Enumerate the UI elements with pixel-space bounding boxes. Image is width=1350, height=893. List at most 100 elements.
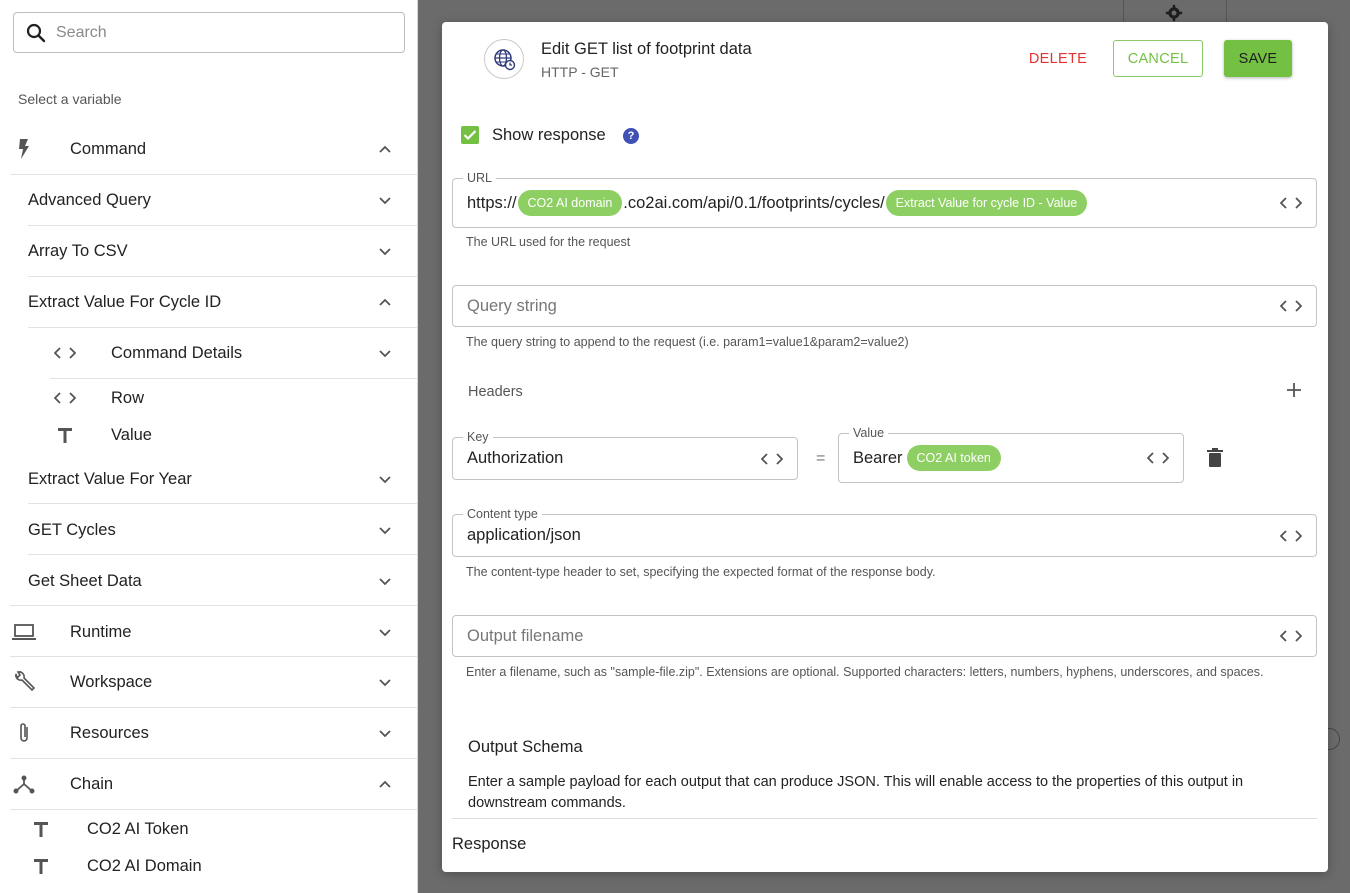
url-field[interactable]: URL https:// CO2 AI domain .co2ai.com/ap… (452, 171, 1317, 228)
sidebar-item-get-sheet-data[interactable]: Get Sheet Data (28, 570, 417, 592)
help-icon[interactable]: ? (623, 128, 639, 144)
chevron-down-icon[interactable] (378, 244, 392, 258)
output-filename-hint: Enter a filename, such as "sample-file.z… (466, 665, 1264, 679)
section-workspace-label: Workspace (70, 672, 153, 691)
text-type-icon (34, 859, 48, 874)
trash-icon[interactable] (1207, 448, 1223, 468)
sidebar-item-array-to-csv[interactable]: Array To CSV (28, 240, 417, 262)
sidebar-item-label: Array To CSV (28, 241, 128, 260)
variable-chip[interactable]: Extract Value for cycle ID - Value (885, 190, 1088, 216)
header-key-label: Key (463, 430, 493, 444)
show-response-label: Show response (492, 126, 606, 144)
header-value-label: Value (849, 426, 889, 440)
chevron-down-icon[interactable] (378, 193, 392, 207)
sidebar-item-label: GET Cycles (28, 520, 116, 539)
divider (28, 554, 417, 555)
chain-fork-icon (13, 775, 35, 794)
url-path: .co2ai.com/api/0.1/footprints/cycles/ (623, 193, 885, 212)
code-icon[interactable] (1280, 529, 1302, 543)
header-key-field[interactable]: Key Authorization (452, 430, 798, 480)
query-string-field[interactable]: Query string (452, 285, 1317, 327)
chevron-down-icon[interactable] (378, 675, 392, 689)
header-value-prefix: Bearer (853, 448, 903, 467)
output-filename-field[interactable]: Output filename (452, 615, 1317, 657)
sidebar-item-label: Extract Value For Year (28, 469, 192, 488)
save-button[interactable]: SAVE (1224, 40, 1292, 77)
delete-button[interactable]: DELETE (1017, 40, 1099, 77)
sidebar-item-row[interactable]: Row (54, 387, 417, 409)
content-type-field[interactable]: Content type application/json (452, 507, 1317, 557)
chevron-down-icon[interactable] (378, 726, 392, 740)
response-section-label[interactable]: Response (452, 835, 526, 854)
laptop-icon (12, 624, 36, 640)
paperclip-icon (20, 723, 28, 742)
equals-sign: = (816, 450, 826, 467)
chevron-down-icon[interactable] (378, 574, 392, 588)
sidebar-item-advanced-query[interactable]: Advanced Query (28, 189, 417, 211)
modal-subtitle: HTTP - GET (541, 64, 619, 80)
divider (10, 174, 417, 175)
sidebar-item-extract-cycle-id[interactable]: Extract Value For Cycle ID (28, 291, 417, 313)
output-schema-title: Output Schema (468, 738, 583, 756)
content-type-label: Content type (463, 507, 542, 521)
modal-title: Edit GET list of footprint data (541, 40, 752, 58)
sidebar-item-label: CO2 AI Token (87, 819, 189, 838)
section-workspace[interactable]: Workspace (12, 670, 417, 694)
sidebar-item-co2-ai-domain[interactable]: CO2 AI Domain (32, 855, 417, 877)
section-runtime[interactable]: Runtime (12, 620, 417, 644)
chevron-up-icon[interactable] (378, 142, 392, 156)
sidebar-item-value[interactable]: Value (56, 424, 417, 446)
divider (50, 378, 417, 379)
section-resources[interactable]: Resources (16, 721, 417, 745)
add-header-icon[interactable] (1284, 380, 1304, 400)
section-command[interactable]: Command (16, 137, 417, 161)
content-type-value: application/json (467, 526, 581, 544)
cancel-button[interactable]: CANCEL (1113, 40, 1203, 77)
chevron-down-icon[interactable] (378, 625, 392, 639)
headers-label: Headers (468, 384, 523, 400)
sidebar-item-label: Command Details (111, 343, 243, 362)
header-key-value: Authorization (467, 449, 564, 467)
text-type-icon (58, 428, 72, 443)
chevron-down-icon[interactable] (378, 346, 392, 360)
code-icon[interactable] (1280, 629, 1302, 643)
search-icon (26, 23, 46, 42)
url-hint: The URL used for the request (466, 235, 631, 249)
code-icon[interactable] (1280, 196, 1302, 210)
chevron-down-icon[interactable] (378, 472, 392, 486)
search-input[interactable] (56, 23, 356, 42)
variable-chip[interactable]: CO2 AI domain (517, 190, 623, 216)
show-response-checkbox[interactable] (461, 126, 479, 144)
sidebar-item-extract-year[interactable]: Extract Value For Year (28, 468, 417, 490)
section-chain[interactable]: Chain (12, 772, 417, 796)
divider (28, 276, 417, 277)
code-icon[interactable] (1280, 299, 1302, 313)
text-type-icon (34, 822, 48, 837)
section-chain-label: Chain (70, 774, 114, 793)
section-resources-label: Resources (70, 723, 149, 742)
chevron-up-icon[interactable] (378, 777, 392, 791)
header-value-field[interactable]: Value Bearer CO2 AI token (838, 426, 1184, 483)
chevron-down-icon[interactable] (378, 523, 392, 537)
divider (28, 327, 417, 328)
header-value[interactable]: Bearer CO2 AI token (853, 445, 1002, 471)
chevron-up-icon[interactable] (378, 295, 392, 309)
code-icon[interactable] (761, 452, 783, 466)
sidebar-item-co2-ai-token[interactable]: CO2 AI Token (32, 818, 417, 840)
section-command-label: Command (70, 139, 147, 158)
url-value[interactable]: https:// CO2 AI domain .co2ai.com/api/0.… (467, 190, 1088, 216)
sidebar-item-command-details[interactable]: Command Details (54, 342, 417, 364)
divider (10, 656, 417, 657)
content-type-hint: The content-type header to set, specifyi… (466, 565, 936, 579)
divider (28, 503, 417, 504)
divider (10, 707, 417, 708)
code-icon (54, 392, 76, 404)
edit-command-modal: Edit GET list of footprint data HTTP - G… (442, 22, 1328, 872)
sidebar-item-label: Row (111, 388, 145, 407)
search-box[interactable] (13, 12, 405, 53)
sidebar-item-get-cycles[interactable]: GET Cycles (28, 519, 417, 541)
variable-chip[interactable]: CO2 AI token (906, 445, 1001, 471)
url-prefix: https:// (467, 193, 517, 212)
divider (10, 809, 417, 810)
code-icon[interactable] (1147, 451, 1169, 465)
